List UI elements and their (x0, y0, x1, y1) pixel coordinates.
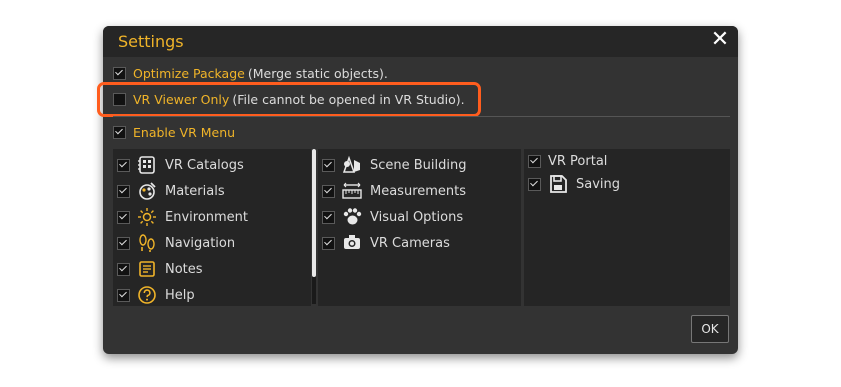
menu-item-label: Environment (165, 209, 249, 225)
notes-checkbox[interactable] (117, 262, 130, 276)
menu-item-label: Notes (165, 261, 203, 277)
materials-icon (137, 181, 157, 201)
save-icon (548, 174, 568, 194)
optimize-package-checkbox[interactable] (113, 67, 126, 80)
title-bar: Settings ✕ (103, 26, 738, 57)
menu-item-environment[interactable]: Environment (117, 206, 248, 228)
menu-item-label: VR Catalogs (165, 157, 244, 173)
menu-item-label: Visual Options (370, 209, 464, 225)
menu-item-label: Materials (165, 183, 225, 199)
scene-building-checkbox[interactable] (322, 158, 335, 172)
menu-column-2: Scene Building Measurements Visual Optio… (318, 149, 521, 306)
enable-vr-menu-label: Enable VR Menu (133, 125, 236, 140)
visual-options-checkbox[interactable] (322, 210, 335, 224)
menu-column-3: VR Portal Saving (524, 149, 730, 306)
menu-item-navigation[interactable]: Navigation (117, 232, 235, 254)
menu-item-label: Scene Building (370, 157, 467, 173)
enable-vr-menu-option[interactable]: Enable VR Menu (113, 125, 235, 140)
menu-item-label: Help (165, 287, 195, 303)
help-icon (137, 285, 157, 305)
vr-catalogs-checkbox[interactable] (117, 158, 130, 172)
ok-button[interactable]: OK (691, 315, 729, 343)
menu-item-vr-cameras[interactable]: VR Cameras (322, 232, 450, 254)
dialog-title: Settings (118, 32, 184, 51)
help-checkbox[interactable] (117, 288, 130, 302)
menu-item-notes[interactable]: Notes (117, 258, 203, 280)
close-icon[interactable]: ✕ (710, 29, 730, 51)
menu-item-measurements[interactable]: Measurements (322, 180, 466, 202)
vr-portal-checkbox[interactable] (528, 154, 541, 168)
menu-item-help[interactable]: Help (117, 284, 195, 306)
ruler-icon (342, 181, 362, 201)
menu-item-visual-options[interactable]: Visual Options (322, 206, 463, 228)
shapes-icon (342, 155, 362, 175)
sun-icon (137, 207, 157, 227)
menu-item-saving[interactable]: Saving (528, 173, 620, 195)
scrollbar-thumb[interactable] (312, 149, 316, 277)
menu-item-vr-catalogs[interactable]: VR Catalogs (117, 154, 244, 176)
menu-item-vr-portal[interactable]: VR Portal (528, 150, 607, 172)
paw-icon (342, 207, 362, 227)
optimize-package-note: (Merge static objects). (247, 66, 388, 81)
measurements-checkbox[interactable] (322, 184, 335, 198)
menu-item-label: Navigation (165, 235, 236, 251)
vr-cameras-checkbox[interactable] (322, 236, 335, 250)
menu-item-label: Saving (576, 176, 621, 192)
scrollbar[interactable] (312, 149, 316, 304)
menu-item-materials[interactable]: Materials (117, 180, 225, 202)
camera-icon (342, 233, 362, 253)
divider (113, 116, 730, 117)
menu-column-1: VR Catalogs Materials Environment Naviga… (113, 149, 311, 306)
optimize-package-option[interactable]: Optimize Package (Merge static objects). (113, 66, 388, 81)
menu-item-label: Measurements (370, 183, 467, 199)
materials-checkbox[interactable] (117, 184, 130, 198)
footprints-icon (137, 233, 157, 253)
menu-item-label: VR Portal (548, 153, 608, 169)
enable-vr-menu-checkbox[interactable] (113, 126, 126, 139)
navigation-checkbox[interactable] (117, 236, 130, 250)
environment-checkbox[interactable] (117, 210, 130, 224)
optimize-package-label: Optimize Package (133, 66, 245, 81)
menu-item-scene-building[interactable]: Scene Building (322, 154, 467, 176)
notes-icon (137, 259, 157, 279)
catalog-icon (137, 155, 157, 175)
settings-dialog: Settings ✕ Optimize Package (Merge stati… (97, 26, 738, 354)
highlight-box (97, 82, 481, 117)
menu-item-label: VR Cameras (370, 235, 450, 251)
saving-checkbox[interactable] (528, 177, 541, 191)
